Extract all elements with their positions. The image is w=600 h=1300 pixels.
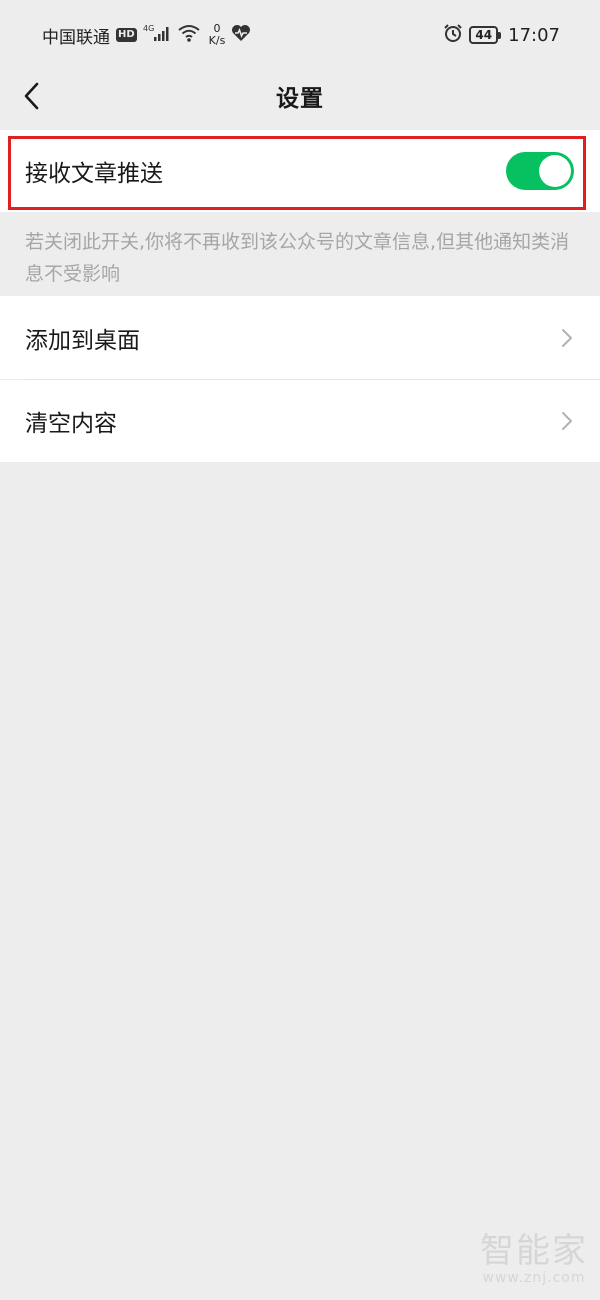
receive-push-label: 接收文章推送	[25, 161, 163, 187]
network-type: 4G	[143, 24, 154, 33]
chevron-right-icon	[562, 412, 572, 430]
clock: 17:07	[508, 24, 560, 46]
net-speed-unit: K/s	[208, 34, 226, 47]
push-hint-text: 若关闭此开关,你将不再收到该公众号的文章信息,但其他通知类消息不受影响	[25, 231, 570, 285]
watermark: 智能家 www.znj.com	[480, 1232, 588, 1286]
battery-icon: 44	[469, 26, 501, 44]
status-bar-left: 中国联通 HD 4G 0 K/s	[42, 23, 251, 48]
alarm-icon	[443, 23, 463, 48]
status-bar: 中国联通 HD 4G 0 K/s 44 17:07	[0, 0, 600, 70]
battery-level: 44	[475, 28, 493, 42]
add-to-desktop-cell[interactable]: 添加到桌面	[0, 296, 600, 379]
back-arrow-icon	[24, 82, 39, 110]
wifi-icon	[177, 23, 201, 48]
watermark-url: www.znj.com	[482, 1270, 586, 1286]
signal-icon: 4G	[143, 23, 171, 48]
receive-push-cell: 接收文章推送	[0, 130, 600, 212]
heart-icon	[231, 24, 251, 47]
add-to-desktop-label: 添加到桌面	[25, 327, 140, 354]
page-title: 设置	[276, 86, 324, 112]
chevron-right-icon	[562, 328, 572, 347]
nav-bar: 设置	[0, 70, 600, 122]
settings-screen: 中国联通 HD 4G 0 K/s 44 17:07 设置 接收文章推送 若关闭此…	[0, 0, 600, 1300]
toggle-knob	[539, 155, 571, 187]
back-button[interactable]	[14, 78, 50, 114]
receive-push-toggle[interactable]	[506, 152, 574, 190]
watermark-text: 智能家	[480, 1231, 588, 1271]
status-bar-right: 44 17:07	[443, 23, 560, 48]
carrier-name: 中国联通	[42, 27, 110, 48]
clear-content-label: 清空内容	[25, 411, 117, 437]
hd-badge: HD	[116, 28, 137, 42]
net-speed: 0 K/s	[209, 23, 226, 47]
clear-content-cell[interactable]: 清空内容	[0, 380, 600, 462]
